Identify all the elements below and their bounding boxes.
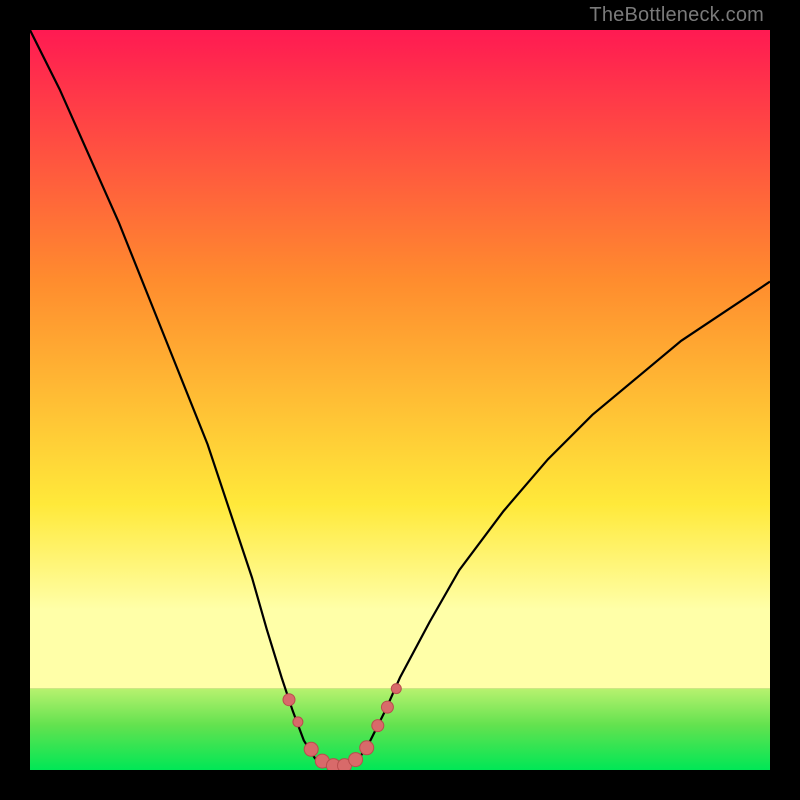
data-marker (372, 720, 384, 732)
data-marker (349, 753, 363, 767)
data-marker (360, 741, 374, 755)
data-marker (293, 717, 303, 727)
data-marker (381, 701, 393, 713)
outer-frame: TheBottleneck.com (0, 0, 800, 800)
plot-area (30, 30, 770, 770)
data-marker (391, 684, 401, 694)
attribution-text: TheBottleneck.com (589, 4, 764, 27)
optimal-band (30, 689, 770, 770)
bottleneck-chart (30, 30, 770, 770)
data-marker (304, 742, 318, 756)
data-marker (283, 694, 295, 706)
